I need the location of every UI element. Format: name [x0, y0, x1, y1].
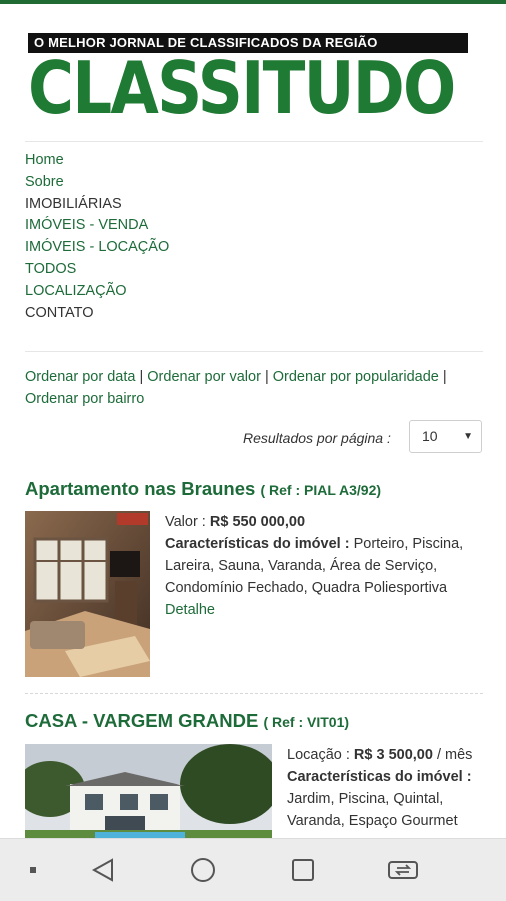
price-value: R$ 550 000,00 — [209, 514, 306, 530]
listing-title[interactable]: CASA - VARGEM GRANDE ( Ref : VIT01) — [25, 710, 349, 732]
features-label: Características do imóvel : — [165, 536, 350, 552]
menu-item-home[interactable]: Home — [25, 150, 169, 172]
listing-features: Características do imóvel : Jardim, Pisc… — [287, 766, 483, 832]
price-label: Valor : — [165, 514, 206, 530]
divider — [25, 351, 483, 352]
back-icon[interactable] — [86, 853, 120, 887]
menu-dot-icon[interactable] — [16, 853, 50, 887]
menu-item-sobre[interactable]: Sobre — [25, 172, 169, 194]
menu-item-contato[interactable]: CONTATO — [25, 303, 169, 325]
sort-separator: | — [139, 369, 144, 385]
system-navigation-bar — [0, 838, 506, 901]
detail-link[interactable]: Detalhe — [165, 602, 215, 618]
home-icon[interactable] — [186, 853, 220, 887]
sort-bar: Ordenar por data | Ordenar por valor | O… — [25, 366, 487, 410]
listing-separator — [25, 693, 483, 694]
listing-ref: ( Ref : PIAL A3/92) — [260, 482, 382, 498]
sort-by-value-link[interactable]: Ordenar por valor — [147, 369, 261, 385]
listing-name: Apartamento nas Braunes — [25, 478, 256, 499]
recent-apps-icon[interactable] — [286, 853, 320, 887]
listing-info: Locação : R$ 3 500,00 / mês Característi… — [287, 744, 483, 832]
menu-item-todos[interactable]: TODOS — [25, 259, 169, 281]
listing-ref: ( Ref : VIT01) — [263, 714, 350, 730]
sort-separator: | — [264, 369, 269, 385]
menu-item-imobiliarias[interactable]: IMOBILIÁRIAS — [25, 194, 169, 216]
house-photo-icon — [25, 744, 272, 840]
results-per-page-value: 10 — [422, 428, 438, 444]
results-per-page-label: Resultados por página : — [243, 430, 391, 446]
apartment-photo-icon — [25, 511, 150, 677]
site-logo[interactable]: O MELHOR JORNAL DE CLASSIFICADOS DA REGI… — [28, 33, 468, 125]
sort-by-date-link[interactable]: Ordenar por data — [25, 369, 135, 385]
logo-wordmark: CLASSITUDO — [28, 46, 456, 130]
price-value: R$ 3 500,00 — [353, 747, 433, 763]
main-menu: Home Sobre IMOBILIÁRIAS IMÓVEIS - VENDA … — [25, 150, 169, 324]
top-accent-bar — [0, 0, 506, 4]
sort-separator: | — [442, 369, 447, 385]
features-label: Características do imóvel : — [287, 769, 472, 785]
features-value: Jardim, Piscina, Quintal, Varanda, Espaç… — [287, 791, 458, 829]
price-suffix: / mês — [436, 747, 473, 763]
listing-info: Valor : R$ 550 000,00 Características do… — [165, 511, 483, 621]
dropdown-arrow-icon: ▼ — [463, 431, 473, 442]
listing-title[interactable]: Apartamento nas Braunes ( Ref : PIAL A3/… — [25, 478, 381, 500]
listing-photo[interactable] — [25, 511, 150, 677]
menu-item-localizacao[interactable]: LOCALIZAÇÃO — [25, 281, 169, 303]
listing-price-row: Locação : R$ 3 500,00 / mês — [287, 744, 483, 766]
price-label: Locação : — [287, 747, 350, 763]
listing-photo[interactable] — [25, 744, 272, 840]
listing-name: CASA - VARGEM GRANDE — [25, 710, 259, 731]
listing-features: Características do imóvel : Porteiro, Pi… — [165, 533, 483, 599]
divider — [25, 141, 483, 142]
results-per-page-select[interactable]: 10 ▼ — [409, 420, 482, 453]
switch-app-icon[interactable] — [386, 853, 420, 887]
sort-by-neighborhood-link[interactable]: Ordenar por bairro — [25, 391, 144, 407]
listing-price-row: Valor : R$ 550 000,00 — [165, 511, 483, 533]
sort-by-popularity-link[interactable]: Ordenar por popularidade — [273, 369, 439, 385]
menu-item-imoveis-venda[interactable]: IMÓVEIS - VENDA — [25, 215, 169, 237]
menu-item-imoveis-locacao[interactable]: IMÓVEIS - LOCAÇÃO — [25, 237, 169, 259]
